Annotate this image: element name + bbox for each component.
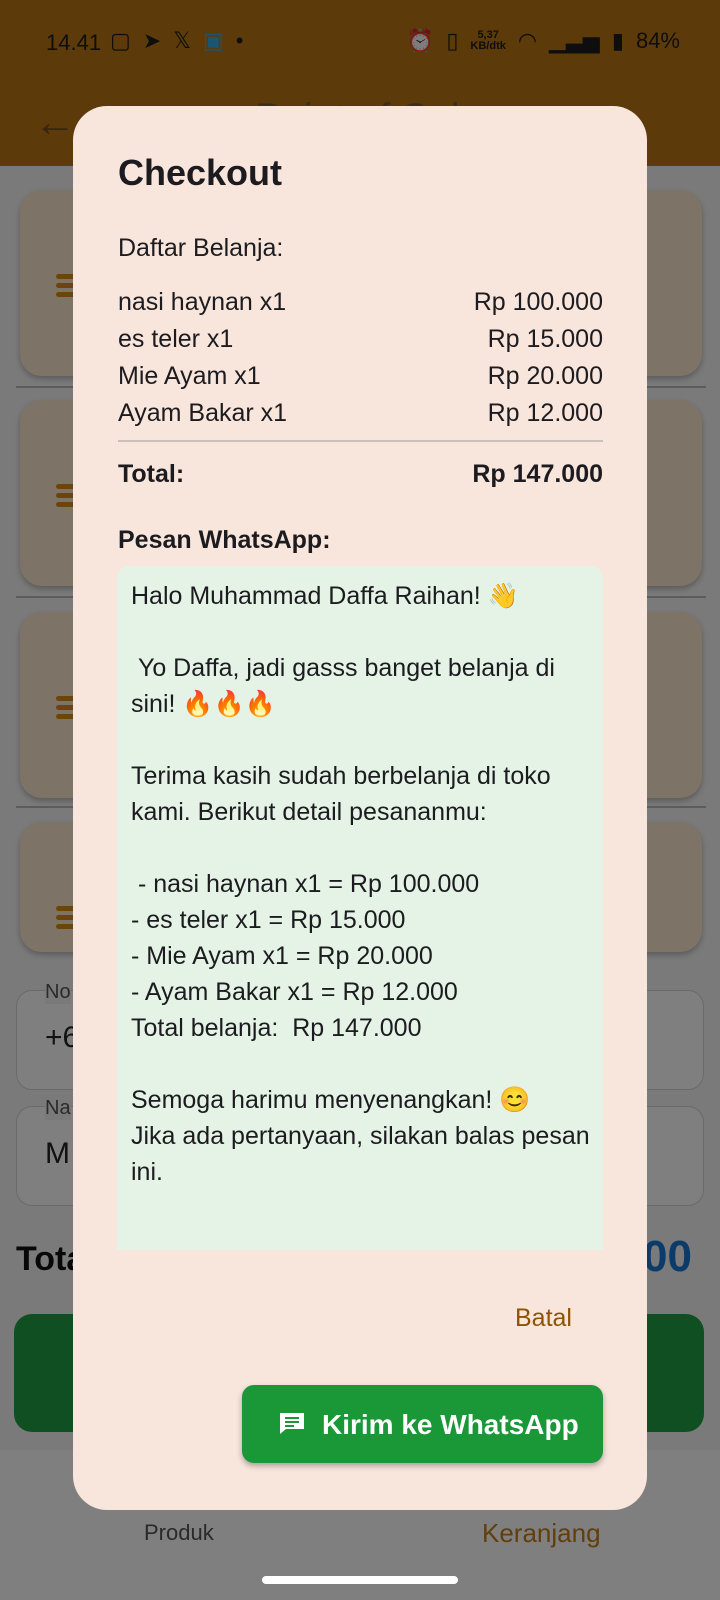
item-name: Mie Ayam x1 <box>118 362 261 390</box>
list-item: es teler x1 Rp 15.000 <box>118 321 603 358</box>
item-name: Ayam Bakar x1 <box>118 399 288 427</box>
item-price: Rp 12.000 <box>487 399 603 427</box>
list-item: nasi haynan x1 Rp 100.000 <box>118 284 603 321</box>
message-preview[interactable]: Halo Muhammad Daffa Raihan! 👋 Yo Daffa, … <box>117 566 603 1250</box>
total-value: Rp 147.000 <box>472 460 603 488</box>
home-indicator[interactable] <box>262 1576 458 1584</box>
send-whatsapp-label: Kirim ke WhatsApp <box>322 1409 579 1440</box>
item-name: es teler x1 <box>118 325 234 353</box>
total-row: Total: Rp 147.000 <box>118 460 603 489</box>
item-name: nasi haynan x1 <box>118 288 287 316</box>
cancel-button[interactable]: Batal <box>515 1304 572 1333</box>
dialog-title: Checkout <box>118 152 283 193</box>
item-price: Rp 100.000 <box>473 288 603 316</box>
message-icon <box>280 1413 304 1434</box>
item-price: Rp 20.000 <box>487 362 603 390</box>
list-item: Ayam Bakar x1 Rp 12.000 <box>118 395 603 432</box>
item-price: Rp 15.000 <box>487 325 603 353</box>
send-whatsapp-button[interactable]: Kirim ke WhatsApp <box>242 1385 603 1463</box>
divider <box>118 440 603 442</box>
checkout-dialog: Checkout Daftar Belanja: nasi haynan x1 … <box>73 106 647 1510</box>
total-label: Total: <box>118 460 185 488</box>
message-text: Halo Muhammad Daffa Raihan! 👋 Yo Daffa, … <box>131 582 590 1186</box>
message-heading: Pesan WhatsApp: <box>118 526 331 554</box>
shopping-list-heading: Daftar Belanja: <box>118 234 284 262</box>
list-item: Mie Ayam x1 Rp 20.000 <box>118 358 603 395</box>
item-list: nasi haynan x1 Rp 100.000 es teler x1 Rp… <box>118 284 603 432</box>
